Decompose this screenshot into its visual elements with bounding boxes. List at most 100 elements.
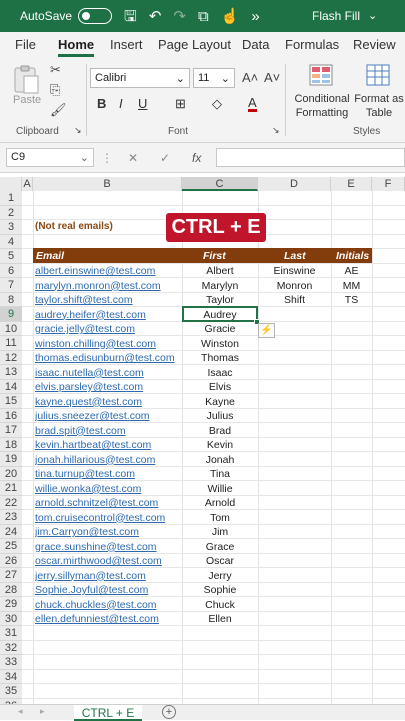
formula-input[interactable] [216,148,405,167]
initials-cell[interactable] [331,598,372,612]
first-name-cell[interactable]: Oscar [182,554,258,568]
document-title[interactable]: Flash Fill [312,9,360,23]
row-header[interactable]: 12 [0,350,22,365]
email-cell[interactable]: taylor.shift@test.com [35,293,183,307]
row-header[interactable]: 5 [0,249,22,264]
initials-cell[interactable] [331,395,372,409]
row-header[interactable]: 26 [0,553,22,568]
row-header[interactable]: 2 [0,205,22,220]
email-cell[interactable]: marylyn.monron@test.com [35,279,183,293]
fill-color-icon[interactable]: ◇ [212,96,222,112]
row-header[interactable]: 18 [0,437,22,452]
name-box[interactable]: C9 ⌄ [6,148,94,167]
last-name-cell[interactable] [258,583,331,597]
column-header-b[interactable]: B [33,177,182,191]
first-name-cell[interactable]: Isaac [182,366,258,380]
last-name-cell[interactable] [258,308,331,322]
initials-cell[interactable] [331,511,372,525]
format-painter-icon[interactable]: 🖌 [50,102,67,118]
initials-cell[interactable] [331,583,372,597]
last-name-cell[interactable] [258,453,331,467]
tab-insert[interactable]: Insert [110,37,143,52]
save-icon[interactable]: 🖫 [124,9,137,24]
initials-cell[interactable]: MM [331,279,372,293]
more-icon[interactable]: » [251,9,259,24]
conditional-formatting-button[interactable]: Conditional Formatting [292,92,352,120]
worksheet-grid[interactable]: A B C D E F 1 2 3 4 5 6 7 8 9 10 11 12 13 14 15 16 17 18 1… [0,173,405,704]
email-cell[interactable]: thomas.edisunburn@test.com [35,351,183,365]
first-name-cell[interactable]: Willie [182,482,258,496]
first-name-cell[interactable]: Ellen [182,612,258,626]
last-name-cell[interactable] [258,424,331,438]
tab-review[interactable]: Review [353,37,396,52]
paste-icon[interactable] [12,64,42,96]
format-as-table-button[interactable]: Format as Table [354,92,404,120]
email-cell[interactable]: kayne.quest@test.com [35,395,183,409]
first-name-cell[interactable]: Julius [182,409,258,423]
initials-cell[interactable] [331,380,372,394]
cancel-icon[interactable]: ✕ [128,151,138,165]
row-header[interactable]: 9 [0,307,22,322]
email-cell[interactable]: grace.sunshine@test.com [35,540,183,554]
decrease-font-icon[interactable]: A˅ [264,70,280,85]
font-name-select[interactable]: Calibri ⌄ [90,68,190,88]
chevron-down-icon[interactable]: ⌄ [368,9,377,22]
initials-cell[interactable] [331,467,372,481]
first-name-cell[interactable]: Brad [182,424,258,438]
first-name-cell[interactable]: Tina [182,467,258,481]
email-cell[interactable]: tina.turnup@test.com [35,467,183,481]
row-header[interactable]: 4 [0,234,22,249]
row-header[interactable]: 13 [0,365,22,380]
font-launcher-icon[interactable]: ↘ [272,125,280,136]
tab-formulas[interactable]: Formulas [285,37,339,52]
last-name-cell[interactable] [258,438,331,452]
row-header[interactable]: 15 [0,394,22,409]
email-cell[interactable]: jonah.hillarious@test.com [35,453,183,467]
row-header[interactable]: 17 [0,423,22,438]
column-header-a[interactable]: A [22,177,33,191]
last-name-cell[interactable] [258,496,331,510]
column-header-d[interactable]: D [258,177,331,191]
row-header[interactable]: 32 [0,640,22,655]
last-name-cell[interactable] [258,337,331,351]
camera-icon[interactable]: ⧉ [198,9,209,24]
increase-font-icon[interactable]: A˄ [242,70,258,85]
email-cell[interactable]: ellen.defunniest@test.com [35,612,183,626]
initials-cell[interactable] [331,337,372,351]
last-name-cell[interactable] [258,380,331,394]
row-header[interactable]: 34 [0,669,22,684]
bold-icon[interactable]: B [97,96,106,111]
initials-cell[interactable] [331,525,372,539]
last-name-cell[interactable] [258,612,331,626]
first-name-cell[interactable]: Chuck [182,598,258,612]
first-name-cell[interactable]: Albert [182,264,258,278]
email-cell[interactable]: arnold.schnitzel@test.com [35,496,183,510]
email-cell[interactable]: julius.sneezer@test.com [35,409,183,423]
email-cell[interactable]: Sophie.Joyful@test.com [35,583,183,597]
email-cell[interactable]: oscar.mirthwood@test.com [35,554,183,568]
scroll-left-icon[interactable]: ◂ [18,706,23,717]
last-name-cell[interactable]: Einswine [258,264,331,278]
last-name-cell[interactable] [258,366,331,380]
underline-icon[interactable]: U [138,96,147,111]
email-cell[interactable]: kevin.hartbeat@test.com [35,438,183,452]
first-name-cell[interactable]: Elvis [182,380,258,394]
tab-page-layout[interactable]: Page Layout [158,37,231,52]
flash-fill-options-icon[interactable]: ⚡ [258,323,275,338]
row-header[interactable]: 30 [0,611,22,626]
font-color-icon[interactable]: A [248,96,257,112]
redo-icon[interactable]: ↷ [173,9,186,24]
first-name-cell[interactable]: Kevin [182,438,258,452]
format-as-table-icon[interactable] [366,64,390,86]
email-cell[interactable]: jerry.sillyman@test.com [35,569,183,583]
row-header[interactable]: 33 [0,655,22,670]
undo-icon[interactable]: ↶ [149,9,162,24]
insert-function-icon[interactable]: fx [192,151,201,165]
initials-cell[interactable] [331,569,372,583]
initials-cell[interactable] [331,424,372,438]
last-name-cell[interactable]: Monron [258,279,331,293]
active-cell-selection[interactable] [182,306,258,322]
initials-cell[interactable]: AE [331,264,372,278]
column-header-c[interactable]: C [182,177,258,191]
first-name-cell[interactable]: Taylor [182,293,258,307]
